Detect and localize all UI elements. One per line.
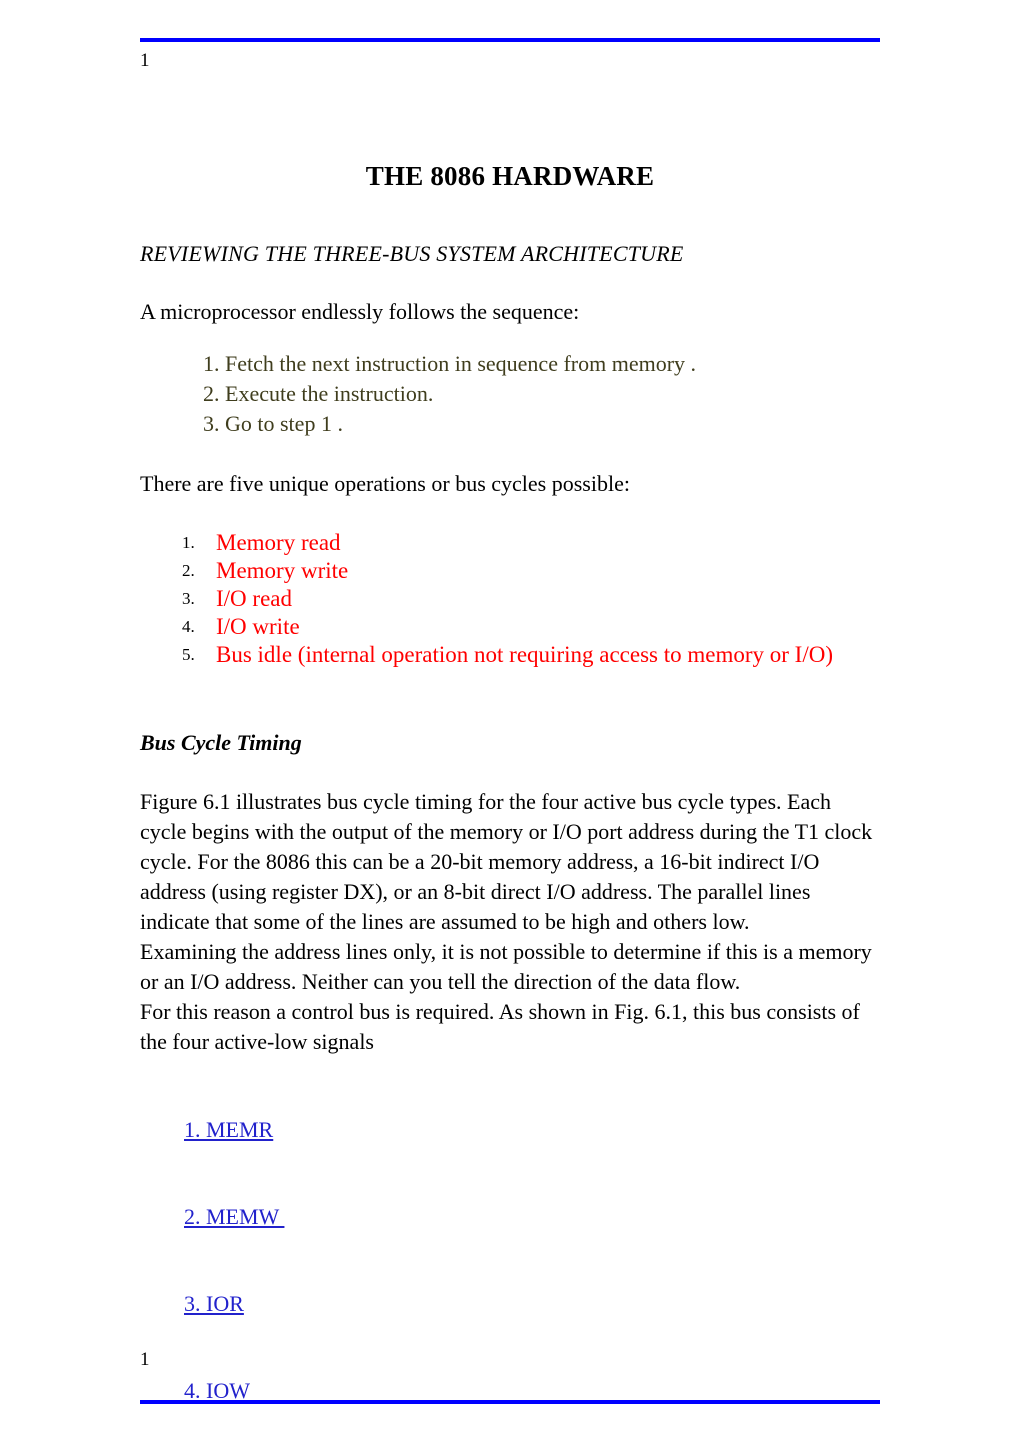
sequence-step: 3. Go to step 1 . [203,411,343,436]
control-signal-list: 1. MEMR 2. MEMW 3. IOR 4. IOW [140,1086,880,1434]
header-rule [140,38,880,42]
list-item: I/O read [182,586,292,611]
intro-paragraph: A microprocessor endlessly follows the s… [140,299,580,324]
bus-cycles-intro-paragraph: There are five unique operations or bus … [140,471,630,496]
control-signal-link[interactable]: MEMR [206,1117,273,1142]
list-item[interactable]: 3. IOR [140,1260,880,1347]
footer-rule [140,1400,880,1404]
list-item[interactable]: 4. IOW [140,1347,880,1434]
content-column: THE 8086 HARDWARE REVIEWING THE THREE-BU… [140,160,880,1434]
sequence-step: 1. Fetch the next instruction in sequenc… [203,351,697,376]
list-marker: 1. [184,1117,206,1142]
timing-paragraph-2: Examining the address lines only, it is … [140,939,872,994]
bus-cycle-timing-heading: Bus Cycle Timing [140,730,302,755]
control-signal-link[interactable]: MEMW [206,1204,284,1229]
control-signal-link[interactable]: IOR [206,1291,244,1316]
list-item: Memory write [182,558,349,583]
timing-paragraph-3: For this reason a control bus is require… [140,999,860,1054]
list-item: Bus idle (internal operation not requiri… [182,642,833,667]
section-subtitle: REVIEWING THE THREE-BUS SYSTEM ARCHITECT… [140,241,684,266]
bus-cycle-list: Memory read Memory write I/O read I/O wr… [140,529,880,669]
list-marker: 2. [184,1204,206,1229]
page-title: THE 8086 HARDWARE [365,161,655,191]
list-item: I/O write [182,614,300,639]
footer-page-number: 1 [140,1349,150,1370]
sequence-step: 2. Execute the instruction. [203,381,434,406]
list-marker: 3. [184,1291,206,1316]
list-item[interactable]: 1. MEMR [140,1086,880,1173]
sequence-step-list: 1. Fetch the next instruction in sequenc… [140,349,880,439]
timing-paragraph-1: Figure 6.1 illustrates bus cycle timing … [140,789,873,934]
header-page-number: 1 [140,50,150,71]
document-page: 1 THE 8086 HARDWARE REVIEWING THE THREE-… [0,0,1020,1443]
list-item: Memory read [182,530,341,555]
list-item[interactable]: 2. MEMW [140,1173,880,1260]
